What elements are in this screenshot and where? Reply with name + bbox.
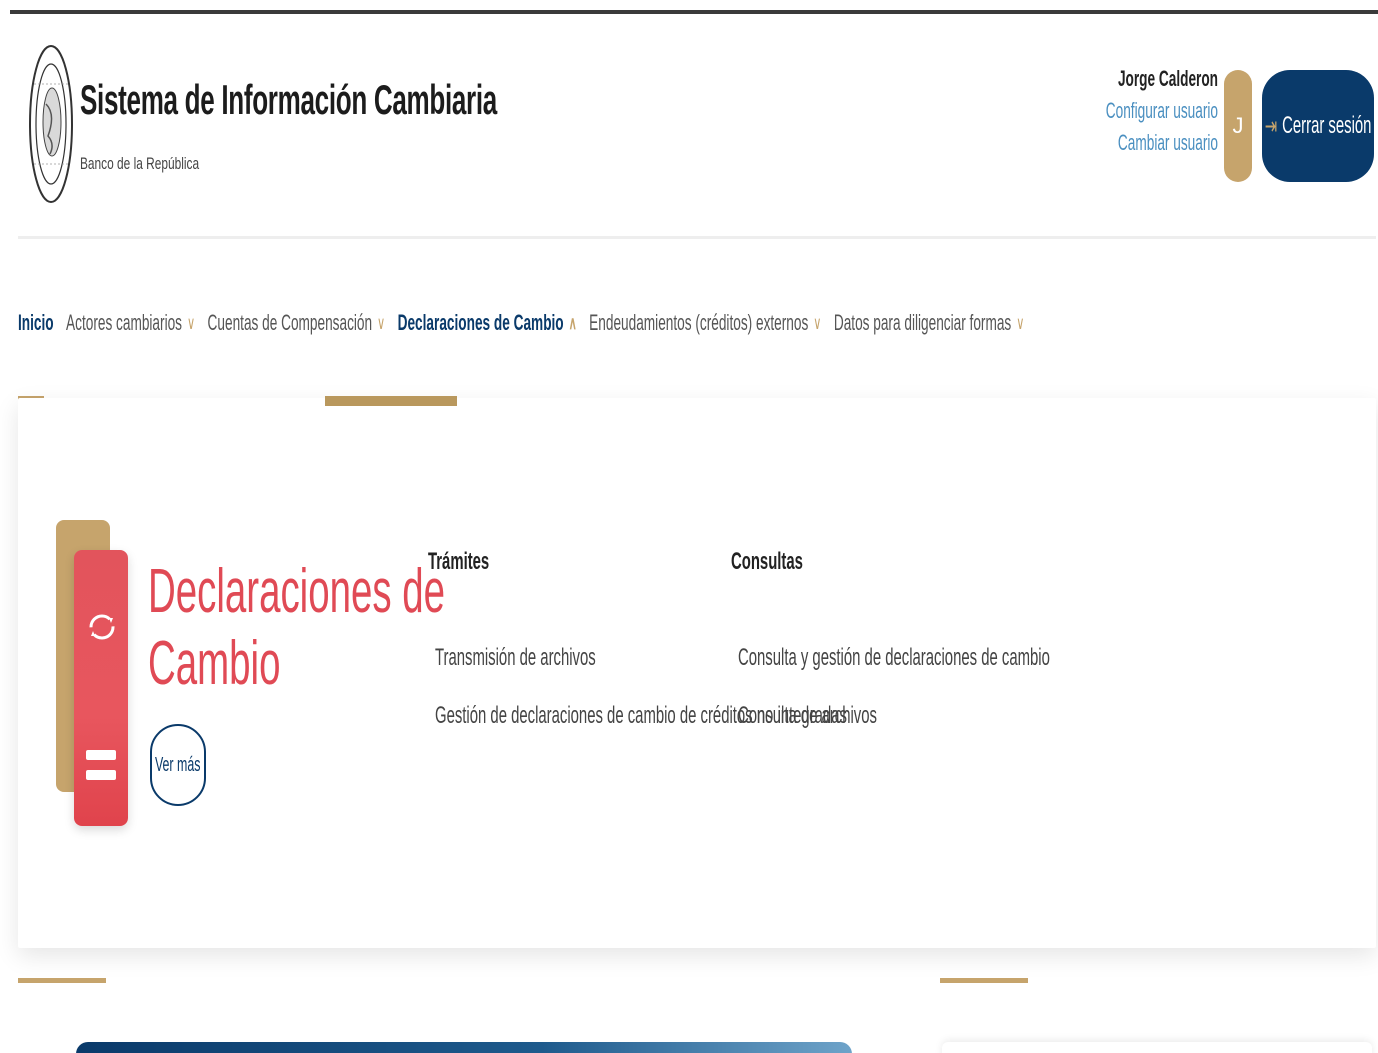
link-consulta-archivos[interactable]: Consulta de archivos <box>738 702 877 730</box>
logout-icon: ⇥ <box>1264 112 1278 140</box>
configure-user-link[interactable]: Configurar usuario <box>1094 98 1218 124</box>
declaraciones-dropdown-panel: Declaraciones de Cambio Ver más Trámites… <box>18 398 1376 948</box>
ver-mas-button[interactable]: Ver más <box>150 724 206 806</box>
nav-label: Datos para diligenciar formas <box>833 310 1012 335</box>
nav-label: Inicio <box>18 310 54 335</box>
nav-item-inicio[interactable]: Inicio <box>18 310 54 336</box>
declaraciones-card-icon <box>74 550 128 826</box>
chevron-up-icon: ∧ <box>568 312 577 333</box>
nav-item-cuentas-compensacion[interactable]: Cuentas de Compensación ∨ <box>208 310 386 336</box>
nav-label: Declaraciones de Cambio <box>397 310 564 335</box>
user-info: Jorge Calderon Configurar usuario Cambia… <box>1018 66 1218 156</box>
card-bar <box>86 750 116 760</box>
ver-mas-label: Ver más <box>155 753 201 776</box>
avatar[interactable]: J <box>1224 70 1252 182</box>
section-title-line2: Cambio <box>148 629 281 698</box>
nav-label: Cuentas de Compensación <box>207 310 373 335</box>
nav-label: Actores cambiarios <box>66 310 183 335</box>
logout-button[interactable]: ⇥ Cerrar sesión <box>1262 70 1374 182</box>
chevron-down-icon: ∨ <box>186 312 196 333</box>
nav-item-declaraciones-cambio[interactable]: Declaraciones de Cambio ∧ <box>398 310 577 336</box>
section-title: Declaraciones de Cambio <box>148 556 445 700</box>
link-transmision-archivos[interactable]: Transmisión de archivos <box>435 644 596 672</box>
card-bar <box>86 770 116 780</box>
logout-label: Cerrar sesión <box>1282 112 1372 139</box>
section-underline <box>18 978 106 983</box>
nav-item-actores-cambiarios[interactable]: Actores cambiarios ∨ <box>66 310 195 336</box>
change-user-link[interactable]: Cambiar usuario <box>1094 130 1218 156</box>
section-title-line1: Declaraciones de <box>148 557 446 626</box>
nav-label: Endeudamientos (créditos) externos <box>589 310 809 335</box>
sync-icon <box>86 592 118 662</box>
chevron-down-icon: ∨ <box>377 312 386 333</box>
link-consulta-gestion-declaraciones[interactable]: Consulta y gestión de declaraciones de c… <box>738 644 1050 672</box>
quick-access-card <box>942 1042 1372 1053</box>
main-nav: Inicio Actores cambiarios ∨ Cuentas de C… <box>18 306 1378 340</box>
header-divider <box>18 236 1376 239</box>
banner <box>76 1042 852 1053</box>
top-rule <box>10 10 1378 14</box>
nav-item-endeudamientos[interactable]: Endeudamientos (créditos) externos ∨ <box>589 310 821 336</box>
consultas-heading: Consultas <box>731 548 803 575</box>
site-subtitle: Banco de la República <box>80 154 200 173</box>
banco-seal-logo[interactable] <box>28 44 74 204</box>
user-name: Jorge Calderon <box>1117 66 1218 91</box>
site-title: Sistema de Información Cambiaria <box>80 76 497 123</box>
section-underline <box>940 978 1028 983</box>
tramites-heading: Trámites <box>428 548 490 575</box>
chevron-down-icon: ∨ <box>1016 312 1025 333</box>
nav-item-datos-formas[interactable]: Datos para diligenciar formas ∨ <box>834 310 1025 336</box>
chevron-down-icon: ∨ <box>813 312 822 333</box>
nav-active-indicator-declaraciones <box>325 396 457 406</box>
